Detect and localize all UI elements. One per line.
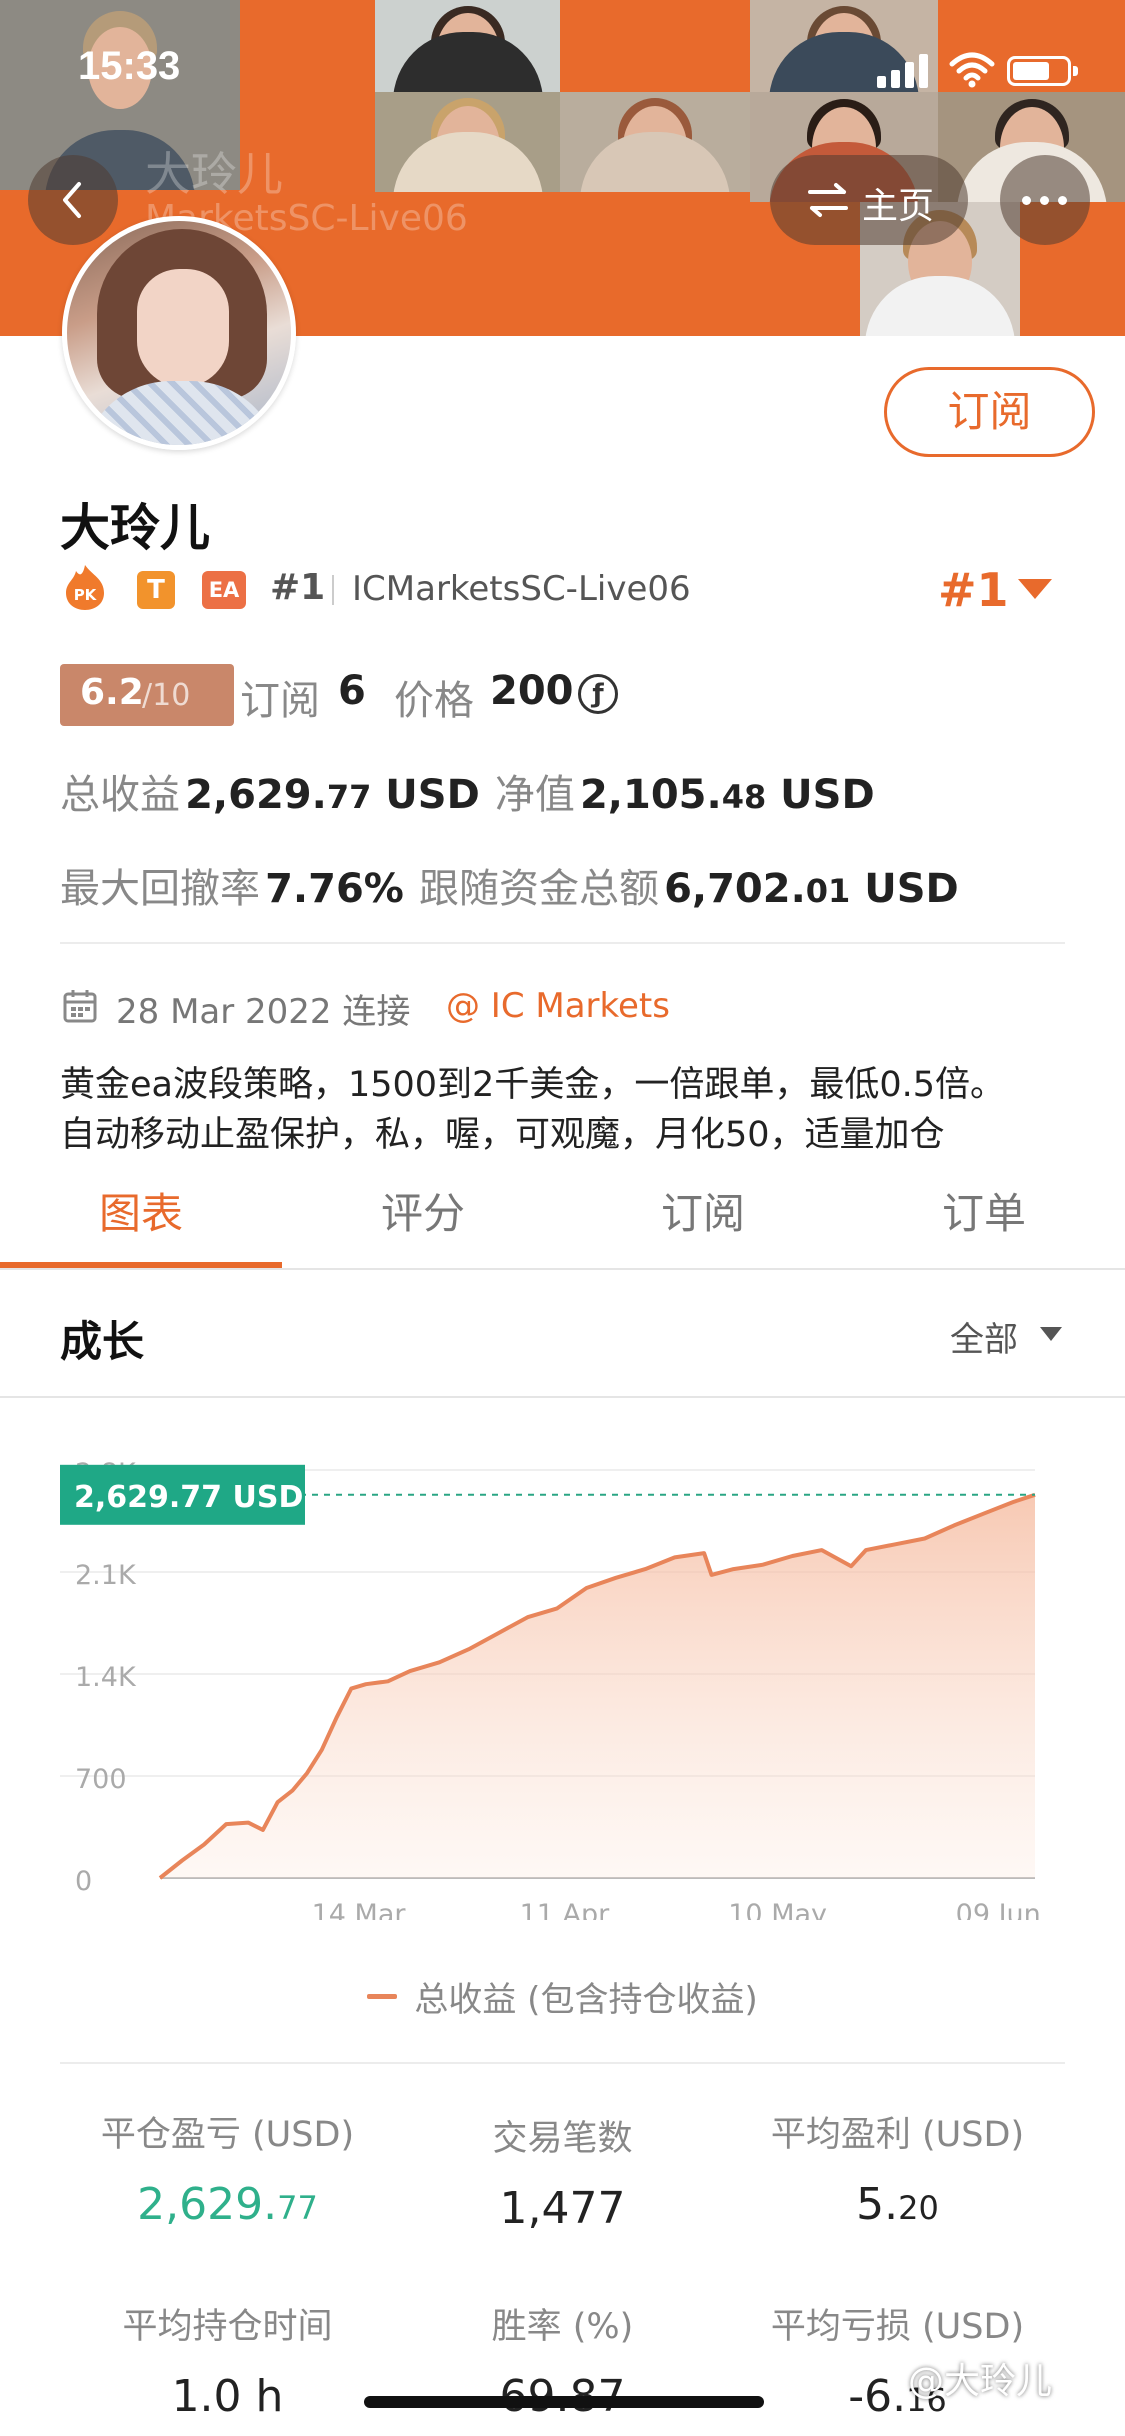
pk-flame-icon[interactable]: PK (62, 563, 108, 611)
tab-rating[interactable]: 评分 (282, 1180, 564, 1241)
score-badge: 6.2 /10 (60, 664, 234, 726)
stat-value: 1.0 h (171, 2371, 284, 2422)
status-time: 15:33 (78, 44, 181, 88)
avatar[interactable] (62, 216, 296, 450)
stat-value: 1,477 (499, 2183, 626, 2234)
divider (60, 942, 1065, 944)
rank-big[interactable]: #1 (938, 563, 1009, 617)
connected-date: 28 Mar 2022 连接 (116, 992, 411, 1032)
stat-trade-count: 交易笔数 1,477 (375, 2110, 750, 2234)
stats-row-score: 6.2 /10 订阅 6 价格 200 ƒ (60, 664, 1100, 728)
price-label: 价格 (394, 678, 474, 724)
caret-down-icon[interactable] (1040, 1327, 1062, 1341)
x-tick-label: 14 Mar (312, 1899, 407, 1920)
description-line: 自动移动止盈保护，私，喔，可观魔，月化50，适量加仓 (60, 1115, 945, 1155)
series-area (160, 1494, 1035, 1878)
legend-swatch (367, 1994, 398, 1999)
stat-label: 平均亏损 (USD) (770, 2307, 1025, 2347)
total-profit-row: 总收益 2,629.77 USD 净值 2,105.48 USD (60, 762, 875, 820)
y-tick-label: 2.1K (75, 1560, 137, 1591)
x-tick-label: 11 Apr (520, 1899, 611, 1920)
more-dot-icon (1022, 196, 1031, 205)
total-profit-value: 2,629.77 USD (185, 772, 480, 818)
more-dot-icon (1058, 196, 1067, 205)
score-max: /10 (142, 678, 191, 713)
y-tick-label: 1.4K (75, 1662, 137, 1693)
subscriptions-label: 订阅 (240, 678, 320, 724)
score-value: 6.2 (80, 672, 144, 713)
connection-meta: 28 Mar 2022 连接 @ IC Markets (62, 980, 1062, 1032)
badge-row: PK T EA #1 ICMarketsSC-Live06 #1 (62, 563, 1102, 617)
stat-value: 5.20 (856, 2179, 939, 2230)
price-value: 200 (490, 668, 574, 714)
tab-chart[interactable]: 图表 (0, 1180, 282, 1241)
more-dot-icon (1040, 196, 1049, 205)
stat-value: 2,629.77 (137, 2179, 318, 2230)
section-title: 成长 (60, 1317, 145, 1366)
wifi-icon (949, 52, 995, 88)
max-drawdown-label: 最大回撤率 (60, 866, 260, 912)
home-label: 主页 (862, 186, 935, 227)
stat-label: 胜率 (%) (491, 2307, 634, 2347)
description-line: 黄金ea波段策略，1500到2千美金，一倍跟单，最低0.5倍。 (60, 1065, 1005, 1105)
total-profit-label: 总收益 (60, 772, 180, 818)
t-badge[interactable]: T (137, 571, 175, 609)
chart-legend: 总收益 (包含持仓收益) (0, 1972, 1125, 2022)
max-drawdown-value: 7.76% (265, 866, 404, 912)
divider (332, 575, 334, 605)
net-value-value: 2,105.48 USD (579, 772, 875, 818)
growth-chart[interactable]: 07001.4K2.1K2.8K14 Mar11 Apr10 May09 Jun… (0, 1400, 1125, 1920)
current-value-label: 2,629.77 USD (74, 1480, 303, 1515)
back-button[interactable] (28, 155, 118, 245)
growth-section-header: 成长 全部 (0, 1272, 1125, 1398)
x-tick-label: 09 Jun (956, 1899, 1041, 1920)
battery-icon (1007, 56, 1078, 86)
ea-badge[interactable]: EA (202, 571, 246, 609)
broker-link[interactable]: @ IC Markets (446, 986, 670, 1026)
subscriptions-value: 6 (338, 668, 366, 714)
y-tick-label: 0 (75, 1866, 92, 1897)
rank-small: #1 (270, 567, 326, 608)
legend-label: 总收益 (包含持仓收益) (414, 1980, 758, 2020)
x-tick-label: 10 May (728, 1899, 827, 1920)
stat-label: 平仓盈亏 (USD) (100, 2115, 355, 2155)
pk-label: PK (74, 586, 98, 604)
cover-photo (375, 92, 560, 192)
home-button[interactable]: 主页 (770, 155, 968, 245)
stat-label: 交易笔数 (492, 2119, 633, 2159)
swap-icon (808, 183, 848, 217)
stat-avg-profit: 平均盈利 (USD) 5.20 (710, 2106, 1085, 2230)
broker-account: ICMarketsSC-Live06 (352, 569, 691, 609)
watermark: @大玲儿 (908, 2361, 1053, 2402)
active-tab-indicator (0, 1262, 282, 1268)
stat-label: 平均盈利 (USD) (770, 2115, 1025, 2155)
divider (60, 2062, 1065, 2064)
more-button[interactable] (1000, 155, 1090, 245)
cover-photo (560, 92, 750, 192)
y-tick-label: 700 (75, 1764, 127, 1795)
tab-bar: 图表 评分 订阅 订单 (0, 1170, 1125, 1270)
cover-photo (375, 0, 560, 92)
cover-ghost-name: 大玲儿 (145, 147, 283, 201)
strategy-description: 黄金ea波段策略，1500到2千美金，一倍跟单，最低0.5倍。 自动移动止盈保护… (60, 1060, 1090, 1160)
stat-avg-hold-time: 平均持仓时间 1.0 h (40, 2298, 415, 2422)
status-icons (877, 52, 1078, 88)
follow-funds-value: 6,702.01 USD (664, 866, 959, 912)
net-value-label: 净值 (494, 772, 575, 818)
tab-subscription[interactable]: 订阅 (562, 1180, 844, 1241)
drawdown-row: 最大回撤率 7.76% 跟随资金总额 6,702.01 USD (60, 856, 959, 914)
subscribe-button[interactable]: 订阅 (884, 367, 1095, 457)
tab-orders[interactable]: 订单 (843, 1180, 1125, 1241)
range-select[interactable]: 全部 (950, 1312, 1018, 1361)
caret-down-icon[interactable] (1018, 579, 1052, 599)
trader-name: 大玲儿 (60, 499, 210, 557)
follow-funds-label: 跟随资金总额 (418, 866, 659, 912)
home-indicator[interactable] (364, 2396, 764, 2408)
calendar-icon (63, 990, 97, 1023)
coin-icon: ƒ (578, 674, 618, 714)
chevron-left-icon (63, 182, 81, 218)
stat-label: 平均持仓时间 (122, 2307, 333, 2347)
stat-closed-pnl: 平仓盈亏 (USD) 2,629.77 (40, 2106, 415, 2230)
